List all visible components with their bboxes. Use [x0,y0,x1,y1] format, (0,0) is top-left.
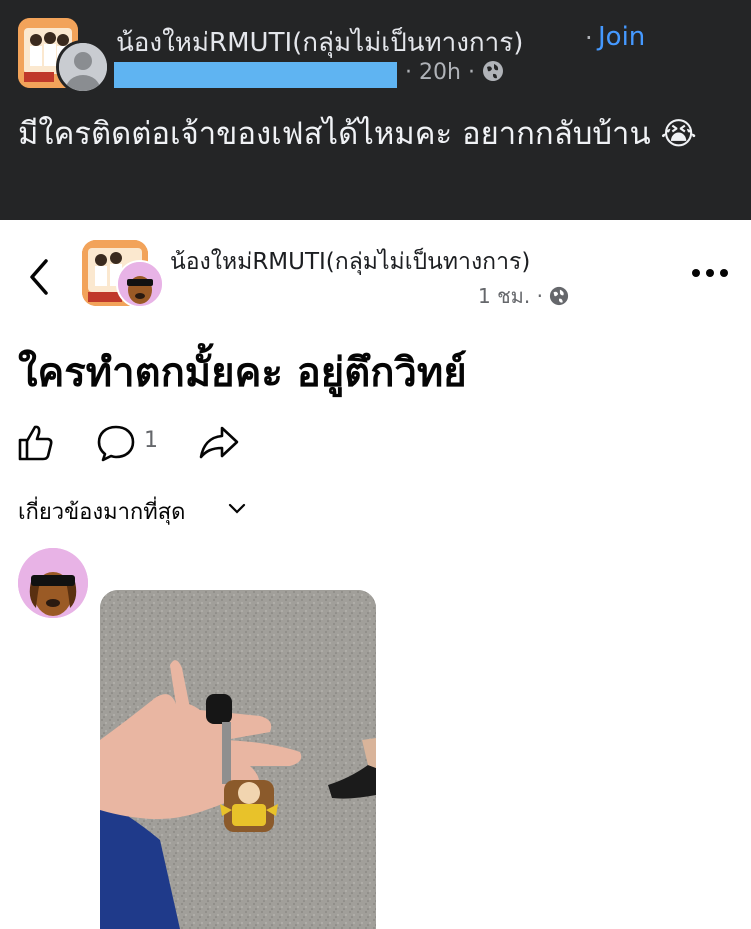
separator-dot: · [467,60,475,85]
more-icon[interactable] [690,266,730,280]
post-timestamp[interactable]: 20h [419,60,461,85]
globe-icon [550,286,569,306]
post-meta: 1 ชม. · [478,280,569,312]
post-title: ใครทำตกมั้ยคะ อยู่ตึกวิทย์ [18,350,467,396]
post-meta: · 20h · [405,60,504,85]
separator-dot: · [405,60,412,85]
back-icon[interactable] [24,257,54,297]
comment-sort-label[interactable]: เกี่ยวข้องมากที่สุด [18,494,185,529]
avatar[interactable] [56,40,110,94]
group-name[interactable]: น้องใหม่RMUTI(กลุ่มไม่เป็นทางการ) [170,244,530,280]
separator-dot: · [585,24,593,52]
chevron-down-icon[interactable] [228,503,246,515]
commenter-avatar[interactable] [18,548,88,618]
comment-count[interactable]: 1 [144,428,158,453]
join-button[interactable]: Join [598,22,645,52]
group-name[interactable]: น้องใหม่RMUTI(กลุ่มไม่เป็นทางการ) [116,22,523,63]
comment-icon[interactable] [96,424,136,462]
share-icon[interactable] [198,424,240,460]
globe-icon [482,61,503,81]
comment-photo[interactable] [100,590,376,929]
like-icon[interactable] [16,422,54,462]
post-text: มีใครติดต่อเจ้าของเฟสได้ไหมคะ อยากกลับบ้… [18,116,697,152]
redacted-author-name [114,62,397,88]
avatar[interactable] [116,260,164,308]
post-timestamp[interactable]: 1 ชม. [478,284,530,308]
separator-dot: · [536,284,543,308]
